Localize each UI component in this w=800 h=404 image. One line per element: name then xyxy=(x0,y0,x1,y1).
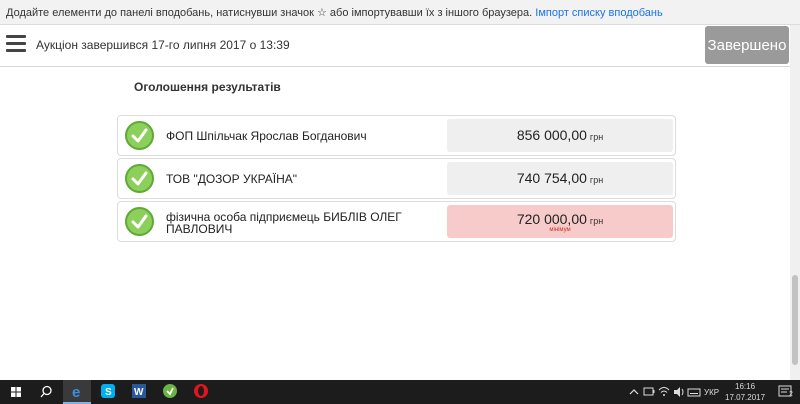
bidder-name: ТОВ "ДОЗОР УКРАЇНА" xyxy=(166,172,298,186)
torrent-app-icon[interactable] xyxy=(156,380,184,404)
minimum-label: мінімум xyxy=(549,227,571,233)
bid-amount-box: 856 000,00 грн xyxy=(447,119,673,152)
menu-icon[interactable] xyxy=(6,35,26,53)
taskbar: e S W УКР 16:16 17.07.2017 2 xyxy=(0,380,800,404)
results-title: Оголошення результатів xyxy=(134,80,281,94)
bid-amount-box: 740 754,00 грн xyxy=(447,162,673,195)
bidder-name: ФОП Шпільчак Ярослав Богданович xyxy=(166,129,367,143)
auction-status: Аукціон завершився 17-го липня 2017 о 13… xyxy=(36,38,290,52)
notification-icon[interactable]: 2 xyxy=(774,380,798,404)
bookmarks-bar: Додайте елементи до панелі вподобань, на… xyxy=(0,0,800,25)
check-icon xyxy=(125,207,154,236)
clock-date[interactable]: 17.07.2017 xyxy=(725,393,765,402)
result-row: ФОП Шпільчак Ярослав Богданович 856 000,… xyxy=(117,115,676,156)
keyboard-icon[interactable] xyxy=(687,380,701,404)
currency-label: грн xyxy=(589,132,604,142)
search-icon[interactable] xyxy=(32,380,60,404)
chevron-up-icon[interactable] xyxy=(626,380,642,404)
currency-label: грн xyxy=(589,216,604,226)
auction-header: Аукціон завершився 17-го липня 2017 о 13… xyxy=(0,25,790,67)
svg-text:S: S xyxy=(105,387,112,398)
bid-amount: 856 000,00 xyxy=(516,127,587,143)
opera-icon[interactable] xyxy=(187,380,215,404)
bid-amount: 740 754,00 xyxy=(516,170,587,186)
bid-amount-box-minimum: 720 000,00 грн мінімум xyxy=(447,205,673,238)
input-language[interactable]: УКР xyxy=(704,388,719,397)
result-row: фізична особа підприємець БИБЛІВ ОЛЕГ ПА… xyxy=(117,201,676,242)
bookmark-hint: Додайте елементи до панелі вподобань, на… xyxy=(6,7,533,19)
wifi-icon[interactable] xyxy=(657,380,671,404)
check-icon xyxy=(125,121,154,150)
page-scrollbar[interactable] xyxy=(790,25,800,380)
result-row: ТОВ "ДОЗОР УКРАЇНА" 740 754,00 грн xyxy=(117,158,676,199)
volume-icon[interactable] xyxy=(672,380,686,404)
battery-icon[interactable] xyxy=(642,380,656,404)
svg-text:W: W xyxy=(134,387,144,398)
skype-icon[interactable]: S xyxy=(94,380,122,404)
edge-browser-icon[interactable]: e xyxy=(63,380,91,404)
import-bookmarks-link[interactable]: Імпорт списку вподобань xyxy=(535,7,662,19)
currency-label: грн xyxy=(589,175,604,185)
check-icon xyxy=(125,164,154,193)
clock-time[interactable]: 16:16 xyxy=(735,382,755,391)
start-windows-icon[interactable] xyxy=(2,380,30,404)
bidder-name: фізична особа підприємець БИБЛІВ ОЛЕГ ПА… xyxy=(166,210,402,236)
word-icon[interactable]: W xyxy=(125,380,153,404)
bid-amount-value: 720 000,00 xyxy=(516,211,587,227)
finished-button[interactable]: Завершено xyxy=(705,26,789,64)
scrollbar-thumb[interactable] xyxy=(792,275,798,365)
notification-count: 2 xyxy=(789,391,793,398)
svg-text:e: e xyxy=(72,384,80,401)
